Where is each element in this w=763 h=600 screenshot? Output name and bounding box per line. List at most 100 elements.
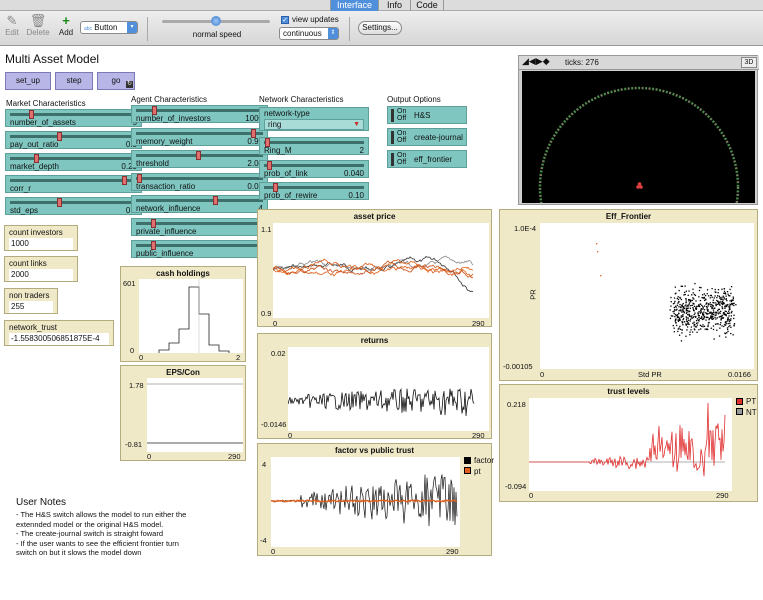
pay-out-ratio-slider[interactable]: pay_out_ratio0.5 [5, 131, 142, 149]
slider-track[interactable] [10, 157, 137, 160]
prob-of-rewire-slider[interactable]: prob_of_rewire 0.10 [259, 182, 369, 200]
scatter-point [710, 305, 712, 308]
switch-knob[interactable] [391, 131, 394, 144]
scatter-point [693, 305, 696, 307]
network-type-chooser[interactable]: network-type ring ▼ [259, 107, 369, 131]
scatter-point [720, 322, 722, 324]
tab-code[interactable]: Code [410, 0, 444, 11]
go-label: go [111, 76, 121, 85]
setup-button[interactable]: set_up [5, 72, 51, 90]
scatter-point [685, 309, 688, 311]
scatter-point [696, 324, 698, 326]
std-eps-slider[interactable]: std_eps0.5 [5, 197, 142, 215]
y-min-label: -0.00105 [503, 362, 533, 371]
slider-track[interactable] [136, 131, 263, 135]
scatter-point [689, 307, 691, 309]
slider-thumb[interactable] [195, 151, 201, 160]
chevron-updown-icon: ⇕ [328, 28, 338, 39]
step-button[interactable]: step [55, 72, 93, 90]
scatter-point [694, 282, 696, 285]
slider-track[interactable] [264, 163, 364, 167]
scatter-point [687, 307, 689, 309]
corr-r-slider[interactable]: corr_r1 [5, 175, 142, 193]
add-button[interactable]: + Add [56, 13, 76, 38]
slider-track[interactable] [264, 186, 364, 189]
scatter-point [670, 301, 672, 303]
eff-frontier-switch[interactable]: On Off eff_frontier [387, 150, 467, 168]
tab-info[interactable]: Info [378, 0, 410, 11]
scatter-point [682, 313, 684, 316]
scatter-point [698, 289, 701, 292]
slider-track[interactable] [136, 176, 263, 180]
memory-weight-slider[interactable]: memory_weight 0.95 [131, 127, 268, 146]
switch-knob[interactable] [391, 109, 394, 122]
slider-track[interactable] [264, 141, 364, 144]
plot-title: Eff_Frontier [605, 212, 652, 221]
slider-thumb[interactable] [212, 196, 218, 205]
slider-thumb[interactable] [57, 198, 63, 207]
scatter-point [693, 323, 695, 326]
speed-slider-thumb[interactable] [211, 16, 221, 26]
network-influence-slider[interactable]: network_influence4 [131, 195, 268, 213]
y-min-label: -0.094 [505, 482, 527, 491]
network-type-value-box[interactable]: ring ▼ [264, 119, 364, 130]
scatter-point [727, 317, 729, 320]
edit-button[interactable]: ✎ Edit [4, 13, 20, 38]
slider-track[interactable] [136, 199, 263, 202]
update-mode-select[interactable]: continuous ⇕ [279, 27, 339, 40]
returns-svg [287, 388, 475, 416]
scatter-point [693, 328, 696, 330]
scatter-point [714, 316, 716, 318]
scatter-point [700, 328, 702, 330]
view-controls-icon[interactable]: ◢◀▶◆ [522, 56, 550, 67]
scatter-point [682, 303, 684, 305]
ring-m-slider[interactable]: Ring_M 2 [259, 137, 369, 155]
scatter-point [735, 304, 737, 306]
slider-label: Ring_M [264, 146, 292, 155]
scatter-point [727, 322, 729, 325]
scatter-point [696, 318, 699, 320]
scatter-point [692, 288, 694, 290]
go-button[interactable]: go ↻ [97, 72, 135, 90]
plot-area [139, 279, 243, 353]
scatter-point [705, 299, 707, 301]
prob-of-link-slider[interactable]: prob_of_link 0.040 [259, 159, 369, 178]
monitor-label: non traders [9, 291, 50, 300]
slider-track[interactable] [10, 179, 137, 182]
public-influence-slider[interactable]: public_influence1 [131, 240, 268, 258]
delete-button[interactable]: 🗑 Delete [26, 14, 50, 38]
scatter-point [685, 304, 687, 306]
private-influence-slider[interactable]: private_influence1 [131, 217, 268, 236]
eps-con-svg [147, 383, 243, 444]
pencil-icon: ✎ [6, 13, 18, 28]
settings-button[interactable]: Settings... [358, 21, 402, 35]
plus-icon: + [62, 13, 70, 28]
scatter-point [682, 309, 684, 311]
scatter-point [727, 293, 729, 295]
create-journal-switch[interactable]: On Off create-journal [387, 128, 467, 146]
slider-thumb[interactable] [121, 176, 127, 185]
scatter-point [716, 317, 718, 319]
slider-track[interactable] [10, 135, 137, 138]
slider-track[interactable] [10, 201, 137, 204]
scatter-point [725, 310, 727, 313]
scatter-point [722, 295, 724, 297]
number-of-assets-slider[interactable]: number_of_assets5 [5, 109, 142, 127]
3d-button[interactable]: 3D [741, 57, 757, 68]
widget-type-select[interactable]: abc Button ▾ [80, 21, 138, 34]
scatter-point [688, 290, 690, 292]
view-updates-checkbox[interactable]: ✓ [281, 16, 289, 24]
switch-label: create-journal [414, 133, 463, 142]
legend-item-pt: PT [736, 397, 757, 406]
number-of-investors-slider[interactable]: number_of_investors 1000 [131, 105, 268, 123]
scatter-point [717, 295, 719, 297]
scatter-point [678, 334, 681, 336]
transaction-ratio-slider[interactable]: transaction_ratio 0.02 [131, 172, 268, 191]
switch-label: eff_frontier [414, 155, 453, 164]
market-depth-slider[interactable]: market_depth 0.25 [5, 153, 142, 171]
h-s-switch[interactable]: On Off H&S [387, 106, 467, 124]
scatter-point [701, 317, 703, 320]
tab-interface[interactable]: Interface [330, 0, 378, 11]
switch-knob[interactable] [391, 153, 394, 166]
threshold-slider[interactable]: threshold 2.00 [131, 150, 268, 168]
